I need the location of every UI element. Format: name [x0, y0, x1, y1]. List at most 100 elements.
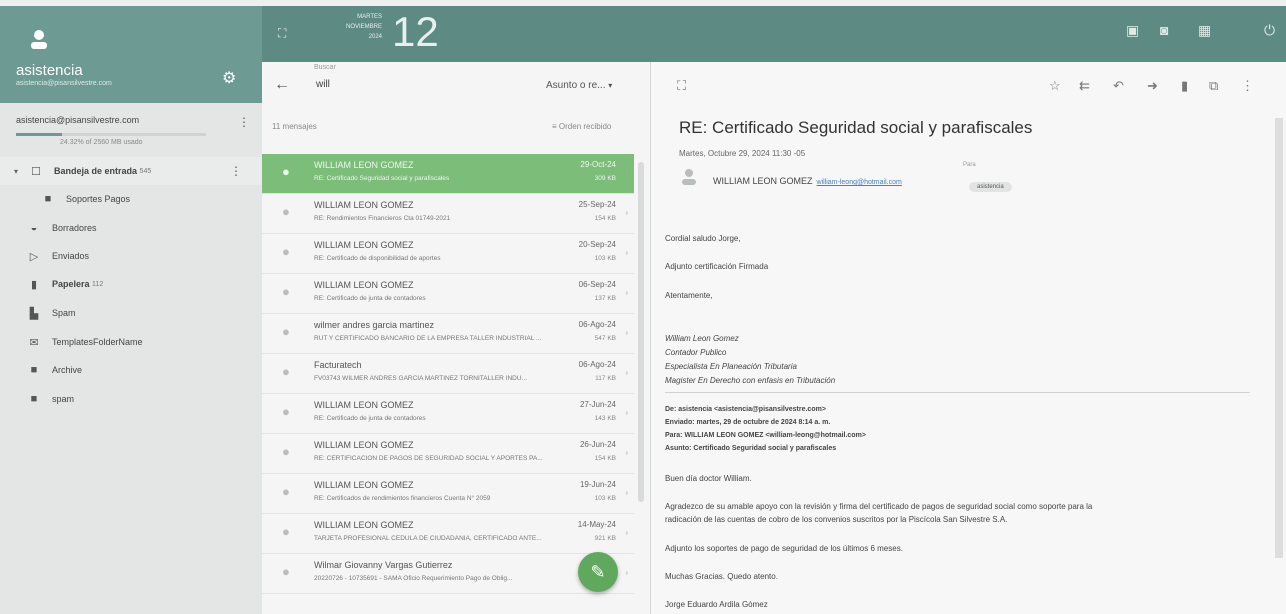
chevron-right-icon: ›: [625, 328, 628, 337]
folder-spam-2[interactable]: ■ spam: [0, 385, 262, 413]
chevron-right-icon: ›: [625, 368, 628, 377]
logout-power-icon[interactable]: ⏻: [1264, 22, 1275, 39]
sender-email-link[interactable]: william-leong@hotmail.com: [817, 179, 902, 186]
reply-all-icon[interactable]: ⇇: [1079, 78, 1090, 94]
folder-label: spam: [52, 394, 75, 404]
contacts-icon[interactable]: ◙: [1160, 22, 1168, 38]
message-row[interactable]: ● WILLIAM LEON GOMEZ RE: Rendimientos Fina…: [262, 194, 634, 234]
message-size: 154 KB: [594, 455, 616, 462]
signature-degree: Magister En Derecho con enfasis en Tribu…: [665, 376, 836, 385]
message-row[interactable]: ● WILLIAM LEON GOMEZ RE: Certificado de ju…: [262, 394, 634, 434]
calendar-icon[interactable]: ▣: [1126, 22, 1139, 39]
folder-label: Spam: [52, 308, 76, 318]
forward-icon[interactable]: ➜: [1147, 78, 1158, 94]
sender-avatar-icon: ●: [282, 444, 290, 459]
reply-icon[interactable]: ↶: [1113, 78, 1124, 94]
message-size: 309 KB: [594, 175, 616, 182]
quote-divider: [665, 392, 1250, 393]
message-row[interactable]: ● wilmer andres garcia martinez RUT Y CERT…: [262, 314, 634, 354]
message-row[interactable]: ● WILLIAM LEON GOMEZ RE: Certificado Segur…: [262, 154, 634, 194]
body-quoted-thanks: Muchas Gracias. Quedo atento.: [665, 572, 778, 581]
message-size: 117 KB: [595, 375, 616, 382]
message-date: 20-Sep-24: [578, 240, 616, 249]
message-date: 06-Ago-24: [578, 360, 616, 369]
apps-grid-icon[interactable]: ▦: [1198, 22, 1211, 39]
sender-avatar-icon: ●: [282, 244, 290, 259]
quote-from: De: asistencia <asistencia@pisansilvestr…: [665, 406, 826, 413]
sender-avatar-icon: ●: [282, 404, 290, 419]
recipient-chip[interactable]: asistencia: [969, 182, 1012, 192]
expand-icon[interactable]: ⛶: [677, 78, 686, 94]
account-menu-icon[interactable]: ⋮: [238, 115, 250, 129]
folder-archive[interactable]: ■ Archive: [0, 356, 262, 384]
trash-icon: ▮: [30, 278, 38, 291]
account-email: asistencia@pisansilvestre.com: [16, 80, 112, 87]
folder-icon: ■: [30, 393, 38, 405]
body-greeting: Cordial saludo Jorge,: [665, 234, 741, 243]
signature-title: Contador Publico: [665, 348, 727, 357]
user-avatar-icon[interactable]: [28, 28, 50, 50]
email-subject: RE: Certificado Seguridad social y paraf…: [679, 118, 1033, 137]
chevron-right-icon: ›: [625, 488, 628, 497]
drafts-icon: ◒: [30, 222, 38, 234]
message-date: 14-May-24: [577, 520, 616, 529]
sort-button[interactable]: ≡ Orden recibido: [552, 122, 611, 131]
compose-pencil-icon[interactable]: ✎: [578, 552, 618, 592]
expand-icon[interactable]: ⛶: [278, 26, 286, 41]
search-label: Buscar: [314, 64, 336, 71]
folder-spam[interactable]: ▙ Spam: [0, 299, 262, 327]
message-row[interactable]: ● Facturatech FV03743 WILMER ANDRES GARCIA…: [262, 354, 634, 394]
folder-menu-icon[interactable]: ⋮: [230, 164, 242, 178]
message-count: 11 mensajes: [272, 122, 317, 131]
message-row[interactable]: ● WILLIAM LEON GOMEZ RE: CERTIFICACION DE …: [262, 434, 634, 474]
quota-text: 24.32% of 2560 MB usado: [60, 139, 143, 146]
message-list-pane: ← Buscar Asunto o re... ▾ 11 mensajes ≡ …: [262, 62, 651, 614]
message-subject: RE: Certificado de junta de contadores: [314, 295, 426, 302]
delete-trash-icon[interactable]: ▮: [1181, 78, 1188, 94]
message-row[interactable]: ● WILLIAM LEON GOMEZ RE: Certificado de ju…: [262, 274, 634, 314]
quota-email: asistencia@pisansilvestre.com: [16, 115, 140, 125]
chevron-right-icon: ›: [625, 288, 628, 297]
search-scope-select[interactable]: Asunto o re... ▾: [546, 80, 612, 91]
message-row[interactable]: ● WILLIAM LEON GOMEZ RE: Certificados de r…: [262, 474, 634, 514]
folder-drafts[interactable]: ◒ Borradores: [0, 214, 262, 242]
list-scrollbar[interactable]: [638, 162, 644, 502]
folder-label: Soportes Pagos: [66, 194, 131, 204]
folder-label: Archive: [52, 365, 83, 375]
message-size: 103 KB: [594, 255, 616, 262]
sender-avatar-icon: ●: [282, 204, 290, 219]
body-closing: Atentamente,: [665, 291, 713, 300]
sidebar: asistencia@pisansilvestre.com ⋮ 24.32% o…: [0, 103, 263, 614]
folder-icon: ■: [30, 364, 38, 376]
settings-gear-icon[interactable]: ⚙: [222, 68, 236, 88]
chevron-right-icon: ›: [625, 168, 628, 177]
signature-specialty: Especialista En Planeación Tributaria: [665, 362, 797, 371]
quote-sent: Enviado: martes, 29 de octubre de 2024 8…: [665, 419, 831, 426]
message-from: WILLIAM LEON GOMEZ: [314, 480, 414, 490]
back-arrow-icon[interactable]: ←: [274, 76, 290, 94]
message-subject: 20220726 - 10735691 - SAMA Oficio Requer…: [314, 575, 513, 582]
message-date: 26-Jun-24: [579, 440, 616, 449]
expand-chevron-icon[interactable]: ▾: [14, 167, 28, 176]
message-subject: RE: Certificado de disponibilidad de apo…: [314, 255, 441, 262]
folder-sent[interactable]: ▷ Enviados: [0, 242, 262, 270]
message-row[interactable]: ● WILLIAM LEON GOMEZ TARJETA PROFESIONAL C…: [262, 514, 634, 554]
message-from: WILLIAM LEON GOMEZ: [314, 200, 414, 210]
message-subject: RE: CERTIFICACION DE PAGOS DE SEGURIDAD …: [314, 455, 543, 462]
folder-trash[interactable]: ▮ Papelera 112: [0, 270, 262, 298]
reader-scrollbar[interactable]: [1275, 118, 1283, 558]
spam-icon: ▙: [29, 307, 39, 320]
account-header: asistencia asistencia@pisansilvestre.com…: [0, 6, 262, 103]
sort-icon: ≡: [552, 122, 557, 131]
star-icon[interactable]: ☆: [1049, 78, 1061, 94]
message-date: 06-Ago-24: [578, 320, 616, 329]
folder-count: 112: [92, 280, 104, 288]
more-options-icon[interactable]: ⋮: [1241, 78, 1254, 94]
chevron-right-icon: ›: [625, 408, 628, 417]
folder-inbox[interactable]: ▾ ☐ Bandeja de entrada 545 ⋮: [0, 157, 262, 185]
search-input[interactable]: [314, 78, 508, 91]
open-external-icon[interactable]: ⧉: [1209, 78, 1218, 94]
folder-soportes-pagos[interactable]: ■ Soportes Pagos: [0, 185, 262, 213]
folder-templates[interactable]: ✉ TemplatesFolderName: [0, 328, 262, 356]
message-row[interactable]: ● WILLIAM LEON GOMEZ RE: Certificado de di…: [262, 234, 634, 274]
